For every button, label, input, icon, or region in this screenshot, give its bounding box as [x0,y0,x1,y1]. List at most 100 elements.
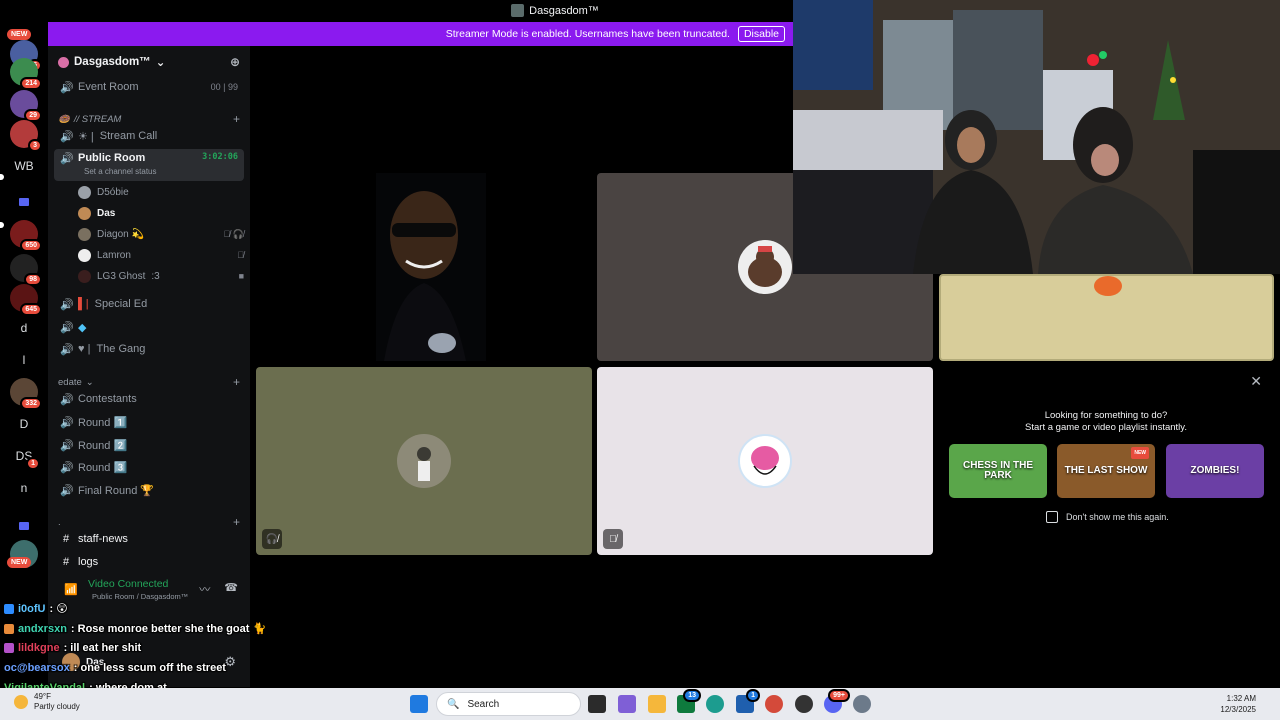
file-explorer-icon[interactable] [648,695,666,713]
participant-avatar [738,240,792,294]
server-icon[interactable]: 650 [10,220,42,252]
add-member-icon[interactable]: ⊕ [230,55,240,69]
avatar [78,269,91,283]
category-dot[interactable]: . + [58,515,240,529]
voice-connection-panel: 📶 Video Connected Public Room / Dasgasdo… [54,578,244,604]
speaker-icon: 🔊 [60,298,74,311]
window-title-text: Dasgasdom™ [529,4,599,17]
channel-staff-news[interactable]: # staff-news [54,528,244,550]
voice-member[interactable]: Diagon 💫 🎙̸ 🎧̸ [78,224,244,244]
muted-icon: 🎙̸ [237,250,244,260]
settings-icon[interactable] [853,695,871,713]
server-icon-n[interactable]: n [10,474,38,502]
channel-status[interactable]: Set a channel status [84,167,157,176]
add-channel-icon[interactable]: + [233,375,240,389]
chat-message: andxrsxn: Rose monroe better she the goa… [4,622,266,635]
video-tile-avatar[interactable]: 🎙̸ [597,367,933,555]
partly-cloudy-icon [14,695,28,709]
channel-gem[interactable]: 🔊 ◆ [54,316,244,338]
voice-member[interactable]: LG3 Ghost:3 ■ [78,266,244,286]
channel-public-room[interactable]: 🔊 Public Room 3:02:06 Set a channel stat… [54,149,244,181]
activity-prompt: Looking for something to do? [1044,410,1168,421]
webcam-overlay [793,0,1280,274]
gear-icon[interactable]: ⚙ [224,654,236,670]
channel-stream-call[interactable]: 🔊 ☀ | Stream Call [54,125,244,147]
store-icon[interactable]: 1 [736,689,760,713]
speaker-icon: 🔊 [60,153,74,165]
video-tile-game[interactable] [939,274,1274,361]
chevron-down-icon: ⌄ [155,57,166,69]
edge-icon[interactable] [706,695,724,713]
weather-widget[interactable]: 49°F Partly cloudy [14,692,80,712]
channel-round-1[interactable]: 🔊 Round 1️⃣ [54,411,244,433]
close-icon[interactable]: ✕ [1250,373,1262,390]
disconnect-icon[interactable]: ☎ [224,581,238,597]
category-edate[interactable]: edate ⌄ + [58,375,240,389]
window-title: Dasgasdom™ [511,4,599,17]
task-view-icon[interactable] [588,695,606,713]
voice-member[interactable]: Lamron 🎙̸ [78,245,244,265]
noise-suppression-icon[interactable]: 〰 [199,581,210,597]
avatar [78,227,91,241]
channel-final-round[interactable]: 🔊 Final Round 🏆 [54,479,244,501]
folder-icon[interactable] [10,188,38,216]
channel-event-room[interactable]: 🔊 Event Room 00 | 99 [54,76,244,98]
windows-start-icon[interactable] [410,695,428,713]
voice-channel-path[interactable]: Public Room / Dasgasdom™ [92,592,188,601]
copilot-icon[interactable] [618,695,636,713]
server-icon[interactable]: 98 [10,254,42,286]
new-badge[interactable]: NEW [7,557,32,568]
windows-taskbar: 49°F Partly cloudy 🔍 Search 13 1 99+ 1:32… [0,688,1280,720]
activity-card-last-show[interactable]: THE LAST SHOW NEW [1057,444,1155,498]
server-icon[interactable]: 645 [10,284,42,316]
chrome-icon[interactable] [765,695,783,713]
channel-contestants[interactable]: 🔊 Contestants [54,388,244,410]
unread-pip [0,174,4,180]
activity-card-zombies[interactable]: ZOMBIES! [1166,444,1264,498]
taskbar-search[interactable]: 🔍 Search [436,692,581,716]
server-icon-ds[interactable]: DS 1 [10,442,40,470]
voice-member[interactable]: Das [78,203,244,223]
server-icon-wb[interactable]: WB [10,152,38,180]
server-rail: NEW 5 214 29 3 WB 650 98 645 d l 332 D D… [0,22,48,687]
guild-icon [58,56,69,68]
dont-show-again[interactable]: Don't show me this again. [1046,511,1169,523]
voice-member[interactable]: D5óbie [78,182,244,202]
system-clock[interactable]: 1:32 AM 12/3/2025 [1220,693,1256,715]
discord-icon[interactable]: 99+ [824,689,850,713]
speaker-icon: 🔊 [60,321,74,334]
server-icon[interactable]: 3 [10,120,42,152]
server-icon-d[interactable]: d [10,314,38,342]
muted-icon: 🎙̸ [603,529,623,549]
server-icon[interactable]: 214 [10,58,42,90]
add-channel-icon[interactable]: + [233,515,240,529]
guild-header[interactable]: Dasgasdom™ ⌄ ⊕ [48,46,250,78]
channel-logs[interactable]: # logs [54,551,244,573]
server-icon[interactable]: 29 [10,90,42,122]
add-channel-icon[interactable]: + [233,112,240,126]
avatar [78,185,91,199]
stage-icon: 🔊 [60,81,74,94]
voice-status[interactable]: Video Connected [88,578,168,590]
server-icon-l[interactable]: l [10,346,38,374]
chat-message: oc@bearsox: one less scum off the street [4,662,226,674]
channel-sidebar: Dasgasdom™ ⌄ ⊕ 🔊 Event Room 00 | 99 🍩 //… [48,46,250,687]
channel-round-3[interactable]: 🔊 Round 3️⃣ [54,456,244,478]
channel-special-ed[interactable]: 🔊 ▌| Special Ed [54,293,244,315]
video-tile-avatar[interactable]: 🎧̸ [256,367,592,555]
category-icon: 🍩 [58,113,70,125]
xbox-icon[interactable]: 13 [677,689,701,713]
disable-streamer-mode-button[interactable]: Disable [737,26,785,42]
server-icon-D[interactable]: D [10,410,38,438]
activity-card-chess[interactable]: CHESS IN THE PARK [949,444,1047,498]
folder-icon[interactable] [10,512,38,540]
channel-round-2[interactable]: 🔊 Round 2️⃣ [54,434,244,456]
new-badge[interactable]: NEW [7,29,32,40]
speaker-icon: 🔊 [60,130,74,143]
video-tile-camera[interactable] [256,173,592,361]
server-icon[interactable]: 332 [10,378,42,410]
category-stream[interactable]: 🍩 // STREAM + [58,112,240,126]
obs-icon[interactable] [795,695,813,713]
checkbox[interactable] [1046,511,1058,523]
channel-the-gang[interactable]: 🔊 ♥ | The Gang [54,338,244,360]
